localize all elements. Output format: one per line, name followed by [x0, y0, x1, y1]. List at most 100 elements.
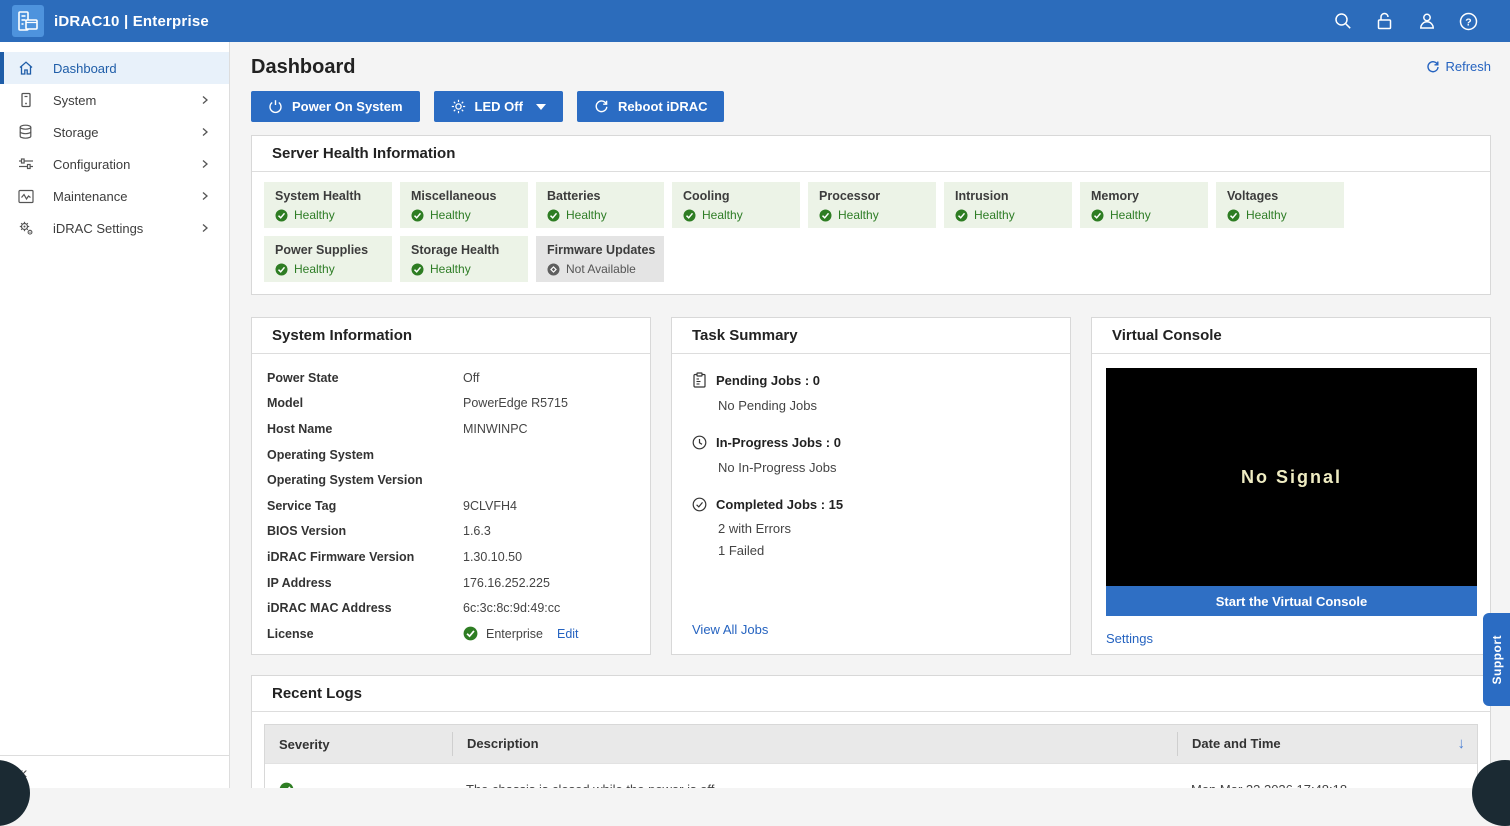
health-tile-intrusion[interactable]: Intrusion Healthy: [944, 182, 1072, 228]
healthy-check-icon: [275, 209, 288, 222]
sidebar-item-label: System: [53, 93, 96, 108]
column-header-date[interactable]: Date and Time ↓: [1177, 732, 1477, 756]
health-tile-power-supplies[interactable]: Power Supplies Healthy: [264, 236, 392, 282]
info-row: Service Tag9CLVFH4: [267, 493, 635, 519]
info-row: iDRAC MAC Address6c:3c:8c:9d:49:cc: [267, 595, 635, 621]
not-available-icon: [547, 263, 560, 276]
health-tile-storage-health[interactable]: Storage Health Healthy: [400, 236, 528, 282]
healthy-check-icon: [1227, 209, 1240, 222]
info-row: ModelPowerEdge R5715: [267, 391, 635, 417]
health-tile-firmware-updates[interactable]: Firmware Updates Not Available: [536, 236, 664, 282]
sidebar-item-storage[interactable]: Storage: [0, 116, 229, 148]
server-health-card: Server Health Information System Health …: [251, 135, 1491, 295]
license-check-icon: [463, 626, 478, 641]
sort-descending-icon[interactable]: ↓: [1458, 732, 1466, 756]
power-on-system-button[interactable]: Power On System: [251, 91, 420, 122]
recent-logs-card: Recent Logs Severity Description Date an…: [251, 675, 1491, 788]
info-row: Operating System Version: [267, 467, 635, 493]
top-bar: iDRAC10 | Enterprise ?: [0, 0, 1510, 42]
sidebar-item-label: iDRAC Settings: [53, 221, 143, 236]
sidebar: Dashboard System Storage Configuration: [0, 42, 230, 788]
virtual-console-title: Virtual Console: [1092, 318, 1490, 354]
healthy-check-icon: [683, 209, 696, 222]
page-title: Dashboard: [251, 56, 355, 79]
sidebar-item-label: Maintenance: [53, 189, 127, 204]
health-tile-cooling[interactable]: Cooling Healthy: [672, 182, 800, 228]
led-sun-icon: [451, 99, 466, 114]
chevron-right-icon: [201, 192, 209, 200]
log-row[interactable]: The chassis is closed while the power is…: [265, 763, 1477, 788]
info-row: BIOS Version1.6.3: [267, 519, 635, 545]
svg-text:?: ?: [1465, 16, 1471, 28]
console-settings-link[interactable]: Settings: [1106, 631, 1153, 646]
health-tile-memory[interactable]: Memory Healthy: [1080, 182, 1208, 228]
lock-icon[interactable]: [1375, 12, 1394, 31]
search-icon[interactable]: [1333, 12, 1352, 31]
pending-jobs-group: Pending Jobs : 0 No Pending Jobs: [692, 372, 1050, 413]
system-information-title: System Information: [252, 318, 650, 354]
system-information-card: System Information Power StateOff ModelP…: [251, 317, 651, 655]
user-icon[interactable]: [1417, 12, 1436, 31]
healthy-check-icon: [1091, 209, 1104, 222]
task-summary-title: Task Summary: [672, 318, 1070, 354]
healthy-check-icon: [275, 263, 288, 276]
healthy-check-icon: [955, 209, 968, 222]
check-circle-icon: [692, 497, 707, 512]
sidebar-item-maintenance[interactable]: Maintenance: [0, 180, 229, 212]
main-content: Dashboard Refresh Power On System LED Of…: [230, 42, 1510, 788]
app-title: iDRAC10 | Enterprise: [54, 13, 209, 30]
view-all-jobs-link[interactable]: View All Jobs: [692, 622, 768, 637]
health-tile-batteries[interactable]: Batteries Healthy: [536, 182, 664, 228]
console-preview: No Signal: [1106, 368, 1477, 586]
led-off-button[interactable]: LED Off: [434, 91, 563, 122]
healthy-check-icon: [411, 263, 424, 276]
clipboard-icon: [692, 372, 707, 388]
sidebar-item-configuration[interactable]: Configuration: [0, 148, 229, 180]
help-icon[interactable]: ?: [1459, 12, 1478, 31]
server-health-title: Server Health Information: [252, 136, 1490, 172]
health-tile-miscellaneous[interactable]: Miscellaneous Healthy: [400, 182, 528, 228]
health-tile-voltages[interactable]: Voltages Healthy: [1216, 182, 1344, 228]
column-header-description[interactable]: Description: [452, 732, 1177, 756]
info-row: IP Address176.16.252.225: [267, 570, 635, 596]
info-row: Power StateOff: [267, 365, 635, 391]
completed-jobs-group: Completed Jobs : 15 2 with Errors 1 Fail…: [692, 497, 1050, 558]
column-header-severity[interactable]: Severity: [265, 737, 452, 752]
chevron-right-icon: [201, 128, 209, 136]
info-row: Operating System: [267, 442, 635, 468]
license-row: License Enterprise Edit: [267, 621, 635, 647]
severity-ok-icon: [279, 782, 294, 788]
start-virtual-console-button[interactable]: Start the Virtual Console: [1106, 586, 1477, 616]
recent-logs-title: Recent Logs: [252, 676, 1490, 712]
info-row: Host NameMINWINPC: [267, 416, 635, 442]
dropdown-caret-icon: [536, 104, 546, 110]
sidebar-item-system[interactable]: System: [0, 84, 229, 116]
sidebar-item-label: Storage: [53, 125, 99, 140]
in-progress-jobs-group: In-Progress Jobs : 0 No In-Progress Jobs: [692, 435, 1050, 475]
idrac-logo: [12, 5, 44, 37]
server-icon: [17, 92, 34, 109]
health-tile-processor[interactable]: Processor Healthy: [808, 182, 936, 228]
health-tile-system-health[interactable]: System Health Healthy: [264, 182, 392, 228]
no-signal-text: No Signal: [1241, 467, 1342, 488]
power-icon: [268, 99, 283, 114]
sidebar-item-dashboard[interactable]: Dashboard: [0, 52, 229, 84]
refresh-button[interactable]: Refresh: [1426, 59, 1491, 74]
pulse-chart-icon: [17, 188, 34, 205]
clock-icon: [692, 435, 707, 450]
info-row: iDRAC Firmware Version1.30.10.50: [267, 544, 635, 570]
license-edit-link[interactable]: Edit: [557, 627, 579, 641]
healthy-check-icon: [819, 209, 832, 222]
database-icon: [17, 124, 34, 141]
sliders-icon: [17, 156, 34, 173]
sidebar-item-label: Configuration: [53, 157, 130, 172]
support-tab[interactable]: Support: [1483, 613, 1510, 706]
reboot-idrac-button[interactable]: Reboot iDRAC: [577, 91, 725, 122]
virtual-console-card: Virtual Console No Signal Start the Virt…: [1091, 317, 1491, 655]
chevron-right-icon: [201, 224, 209, 232]
sidebar-item-idrac-settings[interactable]: iDRAC Settings: [0, 212, 229, 244]
reboot-icon: [594, 99, 609, 114]
chevron-right-icon: [201, 160, 209, 168]
sidebar-footer: «: [0, 755, 229, 788]
gears-icon: [17, 220, 34, 237]
